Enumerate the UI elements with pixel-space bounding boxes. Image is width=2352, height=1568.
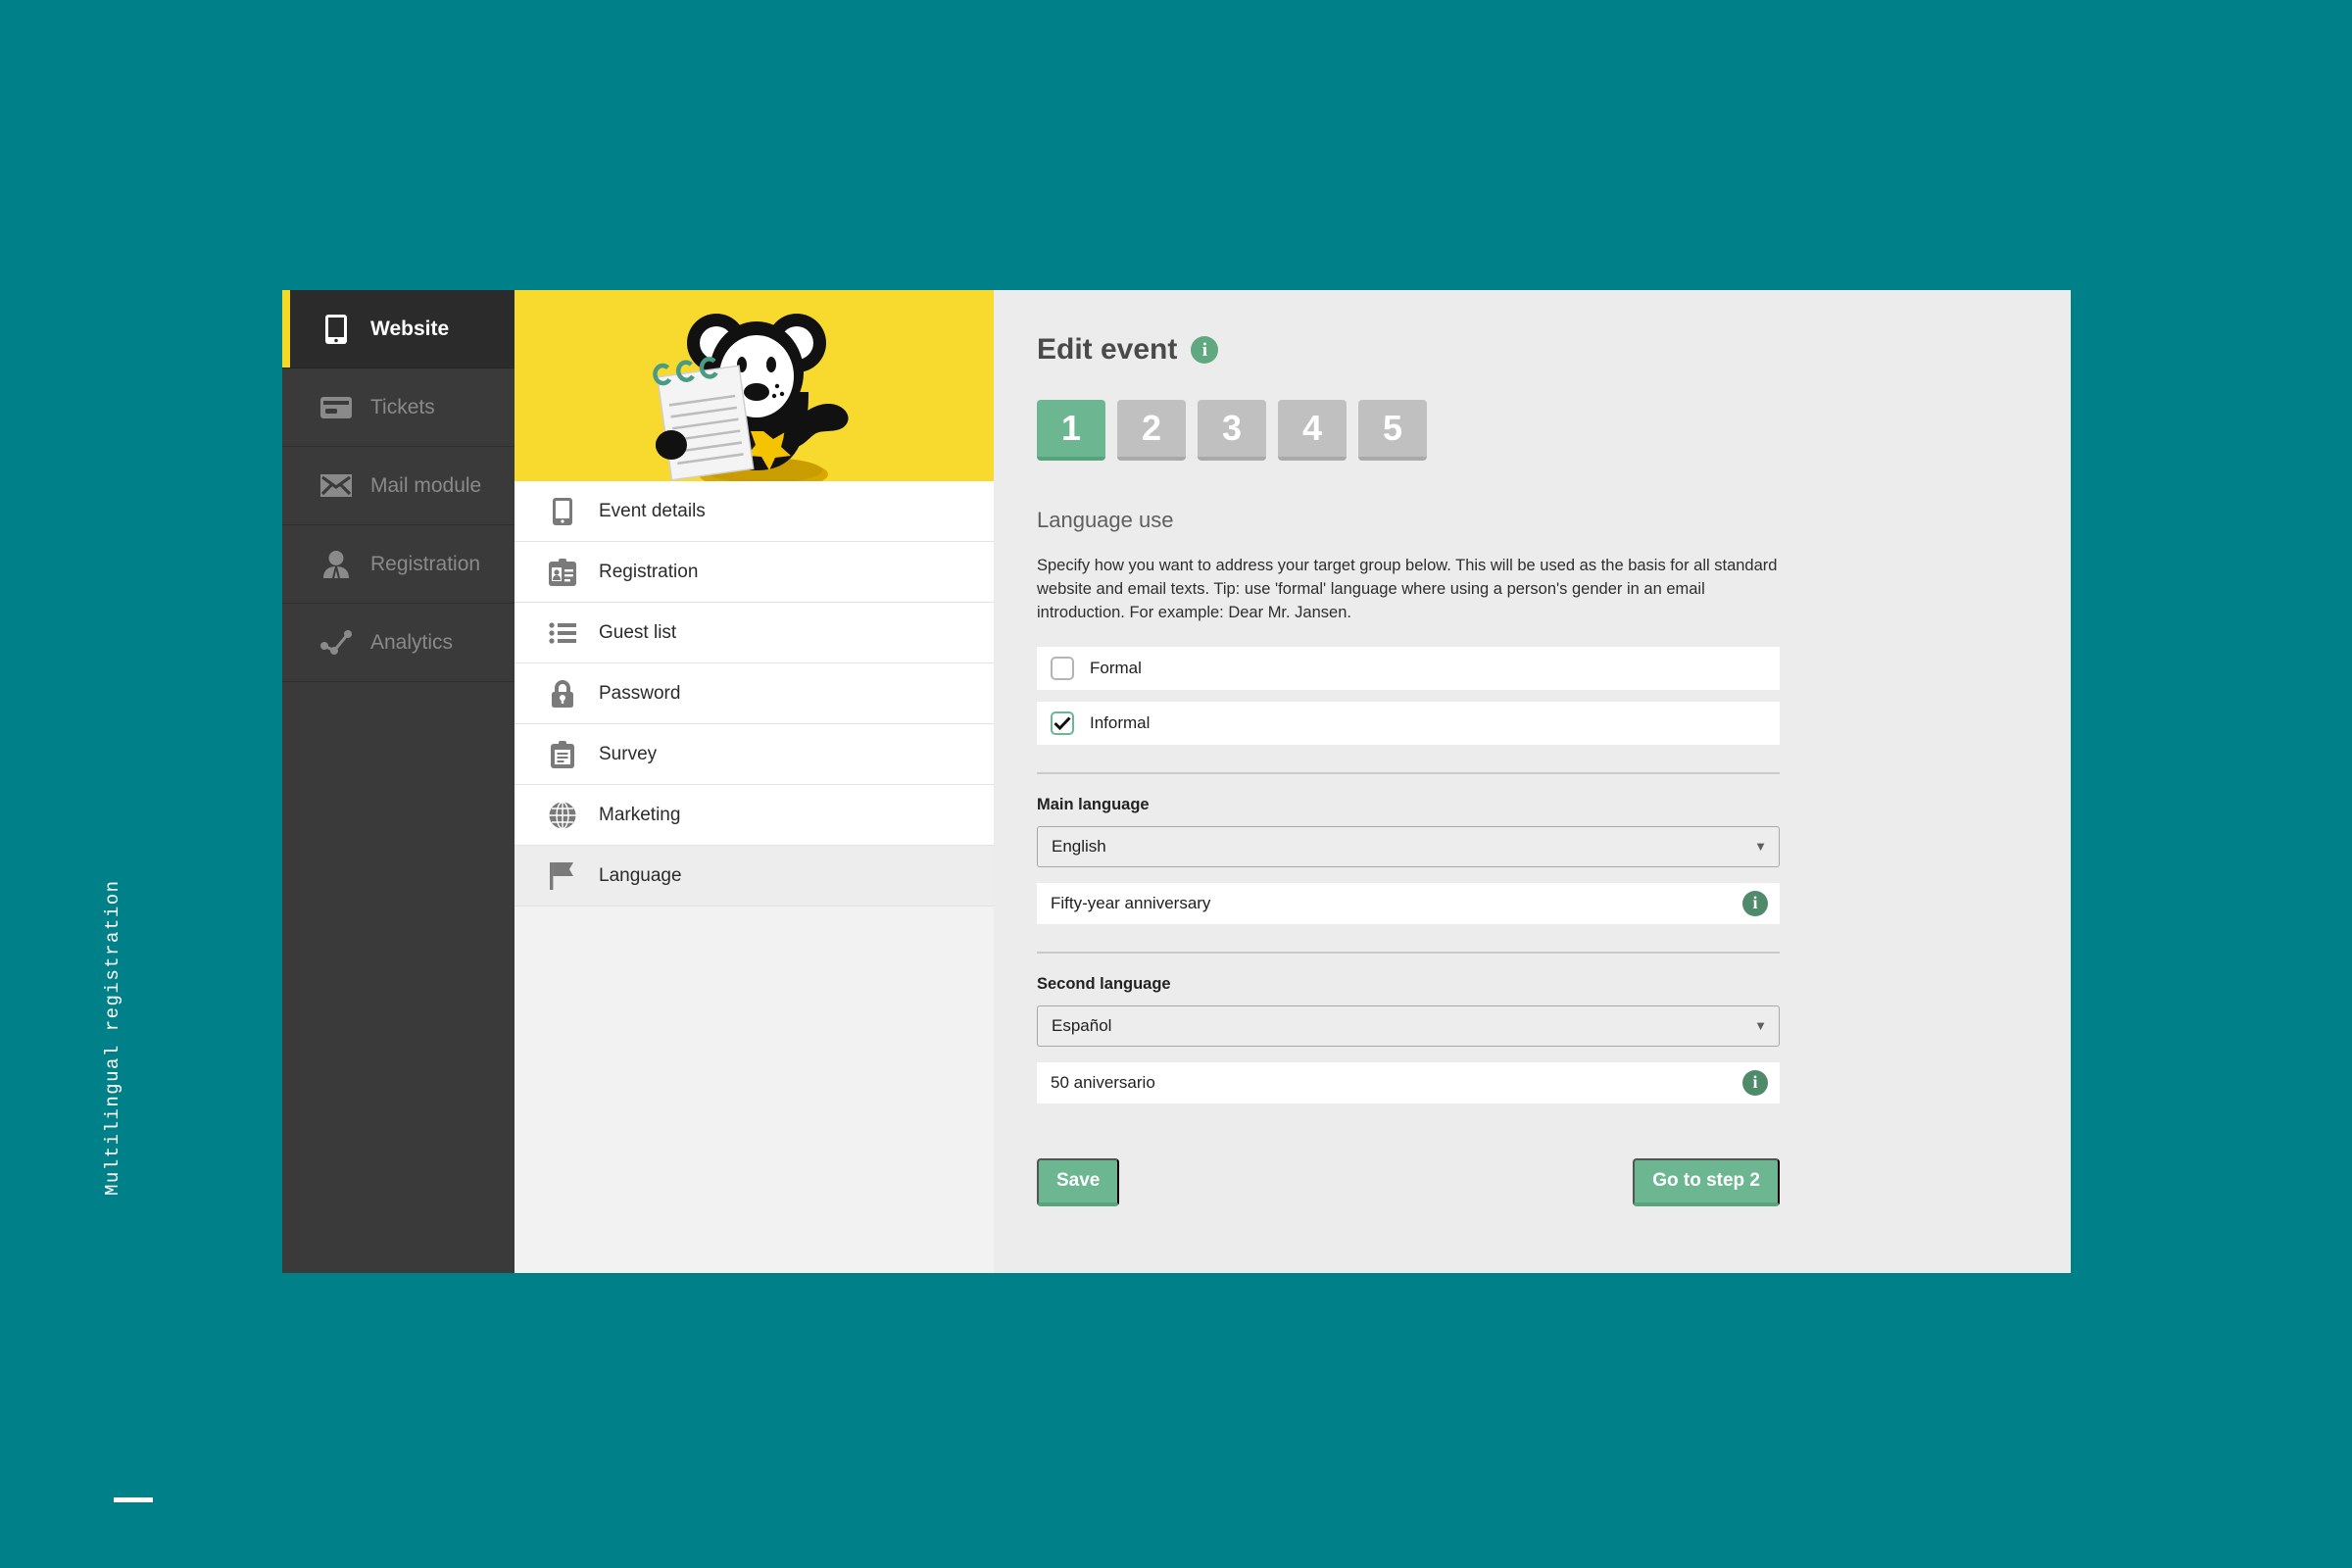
section-title: Language use	[1037, 508, 1174, 532]
ticket-icon	[319, 391, 353, 424]
page-header: Edit event i	[1037, 333, 2012, 367]
envelope-icon	[319, 469, 353, 503]
subnav-item-survey[interactable]: Survey	[514, 724, 994, 785]
flag-icon	[548, 861, 577, 891]
step-5[interactable]: 5	[1358, 400, 1427, 461]
sidebar-item-tickets[interactable]: Tickets	[282, 368, 514, 447]
mobile-icon	[319, 313, 353, 346]
step-4[interactable]: 4	[1278, 400, 1347, 461]
subnav-item-label: Guest list	[599, 621, 677, 643]
subnav-item-marketing[interactable]: Marketing	[514, 785, 994, 846]
sidebar-item-mail-module[interactable]: Mail module	[282, 447, 514, 525]
step-2[interactable]: 2	[1117, 400, 1186, 461]
main-language-title-input[interactable]: Fifty-year anniversary i	[1037, 882, 1780, 924]
brand-header	[514, 290, 994, 481]
sidebar-item-label: Registration	[370, 553, 481, 575]
option-label: Informal	[1090, 712, 1151, 732]
sidebar-item-analytics[interactable]: Analytics	[282, 604, 514, 682]
id-card-icon	[548, 558, 577, 587]
second-language-label: Second language	[1037, 974, 1171, 993]
option-label: Formal	[1090, 658, 1142, 677]
chevron-down-icon: ▼	[1754, 839, 1767, 855]
checkbox-informal[interactable]	[1051, 710, 1074, 735]
form-actions: Save Go to step 2	[1037, 1157, 1780, 1206]
lock-icon	[548, 679, 577, 709]
info-icon[interactable]: i	[1191, 336, 1219, 364]
secondary-sidebar: Event details Registration Guest list Pa…	[514, 290, 994, 1273]
info-icon[interactable]: i	[1742, 890, 1768, 916]
subnav-item-registration[interactable]: Registration	[514, 542, 994, 603]
go-to-step-2-button[interactable]: Go to step 2	[1633, 1157, 1780, 1206]
subnav-item-guest-list[interactable]: Guest list	[514, 603, 994, 663]
caption-rule	[114, 1497, 153, 1502]
subnav-item-password[interactable]: Password	[514, 663, 994, 724]
main-language-value: English	[1052, 836, 1106, 856]
sidebar-item-label: Analytics	[370, 631, 454, 654]
subnav-item-label: Password	[599, 682, 681, 704]
sidebar-item-registration[interactable]: Registration	[282, 525, 514, 604]
subnav-item-label: Language	[599, 864, 682, 886]
application-window: Website Tickets Mail module Registration	[282, 290, 2071, 1273]
save-button[interactable]: Save	[1037, 1157, 1120, 1206]
mobile-icon	[548, 497, 577, 526]
sidebar-item-website[interactable]: Website	[282, 290, 514, 368]
chevron-down-icon: ▼	[1754, 1018, 1767, 1034]
subnav-item-label: Event details	[599, 500, 706, 521]
subnav-item-language[interactable]: Language	[514, 846, 994, 906]
option-informal[interactable]: Informal	[1037, 701, 1780, 745]
sidebar-item-label: Mail module	[370, 474, 482, 497]
subnav-item-label: Marketing	[599, 804, 681, 825]
figure-caption: Multilingual registration	[102, 879, 123, 1196]
sidebar-item-label: Website	[370, 318, 450, 340]
subnav-item-event-details[interactable]: Event details	[514, 481, 994, 542]
subnav-filler	[514, 906, 994, 1273]
check-icon	[1054, 716, 1071, 730]
section-description: Specify how you want to address your tar…	[1037, 557, 1778, 621]
divider	[1037, 771, 1780, 774]
main-language-title-value: Fifty-year anniversary	[1051, 893, 1211, 912]
clipboard-icon	[548, 740, 577, 769]
step-3[interactable]: 3	[1198, 400, 1266, 461]
main-language-select[interactable]: English ▼	[1037, 825, 1780, 867]
second-language-value: Español	[1052, 1015, 1112, 1035]
divider	[1037, 951, 1780, 954]
page-title: Edit event	[1037, 333, 1178, 366]
subnav-item-label: Survey	[599, 743, 658, 764]
sidebar-item-label: Tickets	[370, 396, 435, 418]
subnav-item-label: Registration	[599, 561, 699, 582]
main-language-label: Main language	[1037, 795, 1150, 813]
step-indicator: 1 2 3 4 5	[1037, 400, 2012, 461]
checkbox-formal[interactable]	[1051, 656, 1074, 680]
second-language-title-value: 50 aniversario	[1051, 1072, 1155, 1092]
user-icon	[319, 548, 353, 581]
analytics-icon	[319, 626, 353, 660]
main-content: Edit event i 1 2 3 4 5 Language use Spec…	[994, 290, 2071, 1273]
option-formal[interactable]: Formal	[1037, 646, 1780, 690]
info-icon[interactable]: i	[1742, 1069, 1768, 1096]
second-language-title-input[interactable]: 50 aniversario i	[1037, 1061, 1780, 1103]
primary-sidebar: Website Tickets Mail module Registration	[282, 290, 514, 1273]
step-1[interactable]: 1	[1037, 400, 1105, 461]
globe-icon	[548, 801, 577, 830]
second-language-select[interactable]: Español ▼	[1037, 1004, 1780, 1047]
list-icon	[548, 618, 577, 648]
